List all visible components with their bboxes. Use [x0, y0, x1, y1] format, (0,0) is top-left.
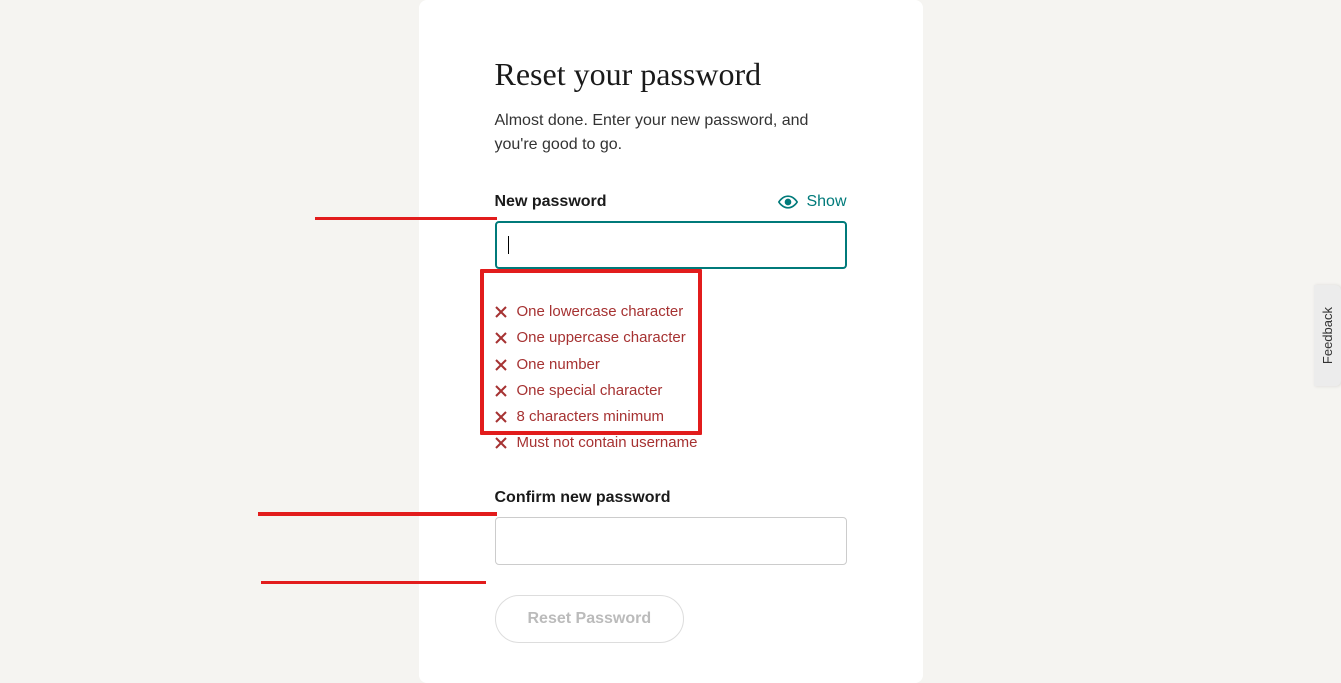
annotation-arrow	[261, 581, 486, 584]
x-icon	[495, 306, 507, 318]
rule-item: 8 characters minimum	[495, 404, 847, 430]
rule-text: One number	[517, 352, 600, 378]
rule-item: One uppercase character	[495, 325, 847, 351]
new-password-label-row: New password Show	[495, 193, 847, 211]
rule-item: Must not contain username	[495, 430, 847, 456]
x-icon	[495, 332, 507, 344]
x-icon	[495, 385, 507, 397]
rule-text: One uppercase character	[517, 325, 686, 351]
page-title: Reset your password	[495, 56, 847, 93]
show-password-toggle[interactable]: Show	[778, 193, 846, 211]
page-subtitle: Almost done. Enter your new password, an…	[495, 109, 847, 157]
x-icon	[495, 411, 507, 423]
new-password-input-wrap	[495, 221, 847, 269]
rule-text: 8 characters minimum	[517, 404, 665, 430]
reset-password-button[interactable]: Reset Password	[495, 595, 685, 643]
rule-text: Must not contain username	[517, 430, 698, 456]
rule-item: One special character	[495, 378, 847, 404]
confirm-password-input-wrap	[495, 517, 847, 565]
x-icon	[495, 359, 507, 371]
annotation-arrow	[258, 512, 497, 516]
reset-password-card: Reset your password Almost done. Enter y…	[419, 0, 923, 683]
confirm-password-label: Confirm new password	[495, 489, 847, 507]
show-label: Show	[806, 193, 846, 211]
rule-item: One number	[495, 352, 847, 378]
rule-text: One lowercase character	[517, 299, 684, 325]
annotation-arrow	[315, 217, 497, 220]
eye-icon	[778, 195, 798, 209]
rule-item: One lowercase character	[495, 299, 847, 325]
new-password-label: New password	[495, 193, 607, 211]
rule-text: One special character	[517, 378, 663, 404]
x-icon	[495, 437, 507, 449]
password-rules: One lowercase character One uppercase ch…	[495, 299, 847, 457]
confirm-password-input[interactable]	[495, 517, 847, 565]
text-cursor	[508, 236, 509, 254]
feedback-tab[interactable]: Feedback	[1314, 285, 1341, 386]
new-password-input[interactable]	[495, 221, 847, 269]
